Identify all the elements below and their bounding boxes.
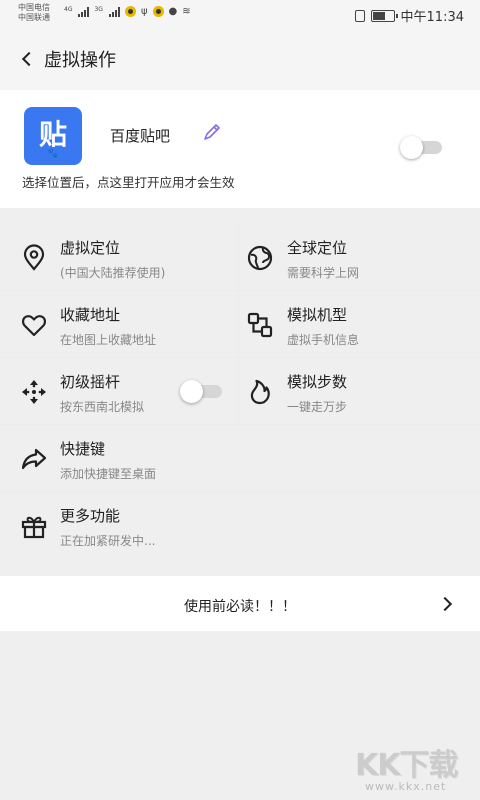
eye-comfort-icon-2 bbox=[152, 6, 164, 17]
header-bar: 虚拟操作 bbox=[0, 28, 480, 90]
status-bar: 中国电信 中国联通 4G 3G ψ ● ≋ 中午11:34 bbox=[0, 0, 480, 28]
app-logo[interactable]: 贴 🐾 bbox=[24, 107, 82, 165]
feature-subtitle: 正在加紧研发中... bbox=[60, 534, 156, 548]
feature-subtitle: (中国大陆推荐使用) bbox=[60, 266, 166, 280]
paw-icon: 🐾 bbox=[47, 149, 59, 159]
watermark-url: www.kkx.net bbox=[365, 780, 447, 793]
feature-step-simulation[interactable]: 模拟步数 一键走万步 bbox=[239, 358, 480, 425]
watermark-text: KK下载 bbox=[355, 748, 458, 783]
feature-title: 更多功能 bbox=[60, 507, 121, 525]
app-name: 百度贴吧 bbox=[110, 127, 171, 145]
back-button[interactable] bbox=[20, 47, 40, 71]
feature-title: 收藏地址 bbox=[60, 306, 121, 324]
status-right: 中午11:34 bbox=[354, 6, 464, 25]
status-icons: 4G 3G ψ ● ≋ bbox=[64, 6, 191, 17]
feature-joystick[interactable]: 初级摇杆 按东西南北模拟 bbox=[0, 358, 239, 425]
feature-title: 模拟步数 bbox=[287, 373, 348, 391]
wechat-icon: ● bbox=[168, 5, 178, 17]
gift-icon bbox=[21, 516, 47, 539]
chevron-right-icon bbox=[440, 596, 454, 610]
app-hint: 选择位置后，点这里打开应用才会生效 bbox=[22, 175, 235, 190]
flame-icon bbox=[250, 379, 270, 405]
network-type-3g: 3G bbox=[94, 6, 103, 13]
carrier-1: 中国电信 bbox=[18, 3, 50, 12]
feature-virtual-location[interactable]: 虚拟定位 (中国大陆推荐使用) bbox=[0, 224, 239, 291]
move-arrows-icon bbox=[22, 380, 46, 404]
feature-more[interactable]: 更多功能 正在加紧研发中... bbox=[0, 492, 480, 559]
device-model-icon bbox=[247, 312, 273, 338]
feature-subtitle: 一键走万步 bbox=[287, 400, 348, 414]
feature-title: 模拟机型 bbox=[287, 306, 348, 324]
battery-icon bbox=[370, 9, 398, 22]
feature-subtitle: 按东西南北模拟 bbox=[60, 400, 145, 414]
carrier-info: 中国电信 中国联通 bbox=[18, 3, 50, 23]
feature-saved-address[interactable]: 收藏地址 在地图上收藏地址 bbox=[0, 291, 239, 358]
eye-comfort-icon bbox=[124, 6, 136, 17]
pencil-icon[interactable] bbox=[202, 122, 222, 142]
location-pin-icon bbox=[23, 244, 45, 271]
vibrate-icon bbox=[354, 9, 365, 22]
feature-shortcut[interactable]: 快捷键 添加快捷键至桌面 bbox=[0, 425, 480, 492]
clock: 中午11:34 bbox=[400, 10, 464, 25]
globe-icon bbox=[247, 245, 273, 271]
feature-device-model[interactable]: 模拟机型 虚拟手机信息 bbox=[239, 291, 480, 358]
share-arrow-icon bbox=[21, 448, 47, 470]
signal-icon-2 bbox=[108, 6, 120, 17]
feature-subtitle: 添加快捷键至桌面 bbox=[60, 467, 157, 481]
signal-icon bbox=[78, 6, 90, 17]
feature-title: 虚拟定位 bbox=[60, 239, 121, 257]
feature-subtitle: 需要科学上网 bbox=[287, 266, 360, 280]
app-logo-glyph: 贴 bbox=[38, 118, 67, 151]
joystick-toggle[interactable] bbox=[178, 380, 224, 403]
page-title: 虚拟操作 bbox=[44, 50, 116, 71]
feature-global-location[interactable]: 全球定位 需要科学上网 bbox=[239, 224, 480, 291]
feature-subtitle: 虚拟手机信息 bbox=[287, 333, 360, 347]
usb-icon: ψ bbox=[140, 5, 148, 17]
feature-subtitle: 在地图上收藏地址 bbox=[60, 333, 157, 347]
feature-title: 快捷键 bbox=[60, 440, 106, 458]
feature-title: 初级摇杆 bbox=[60, 373, 121, 391]
must-read-label: 使用前必读！！！ bbox=[184, 599, 296, 615]
app-enable-toggle[interactable] bbox=[398, 136, 444, 159]
wifi-icon: ≋ bbox=[182, 5, 191, 17]
feature-title: 全球定位 bbox=[287, 239, 348, 257]
network-type-4g: 4G bbox=[64, 6, 73, 13]
watermark-logo: KK下载 www.kkx.net bbox=[355, 740, 475, 796]
carrier-2: 中国联通 bbox=[18, 13, 50, 22]
heart-icon bbox=[22, 315, 46, 337]
must-read-row[interactable]: 使用前必读！！！ bbox=[0, 576, 480, 631]
